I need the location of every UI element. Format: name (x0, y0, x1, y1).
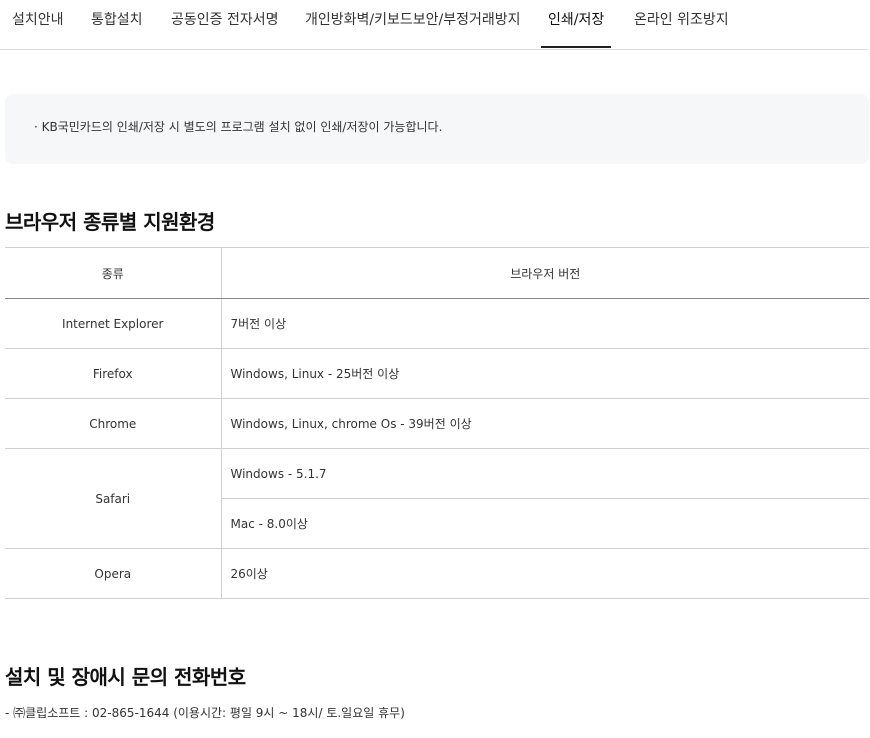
browser-version-cell: Windows, Linux - 25버전 이상 (221, 348, 869, 399)
browser-name-cell: Opera (5, 548, 222, 599)
browser-support-title: 브라우저 종류별 지원환경 (5, 210, 215, 234)
browser-version-cell: 7버전 이상 (221, 298, 869, 349)
table-row: Safari Windows - 5.1.7 (5, 448, 869, 549)
tab-security-programs[interactable]: 개인방화벽/키보드보안/부정거래방지 (305, 0, 521, 50)
browser-name-cell: Firefox (5, 348, 222, 399)
table-row: Chrome Windows, Linux, chrome Os - 39버전 … (5, 398, 869, 449)
header-browser-version: 브라우저 버전 (221, 247, 869, 299)
tab-print-save[interactable]: 인쇄/저장 (540, 0, 612, 50)
table-row: Opera 26이상 (5, 548, 869, 599)
contact-title: 설치 및 장애시 문의 전화번호 (5, 665, 246, 689)
notice-text: · KB국민카드의 인쇄/저장 시 별도의 프로그램 설치 없이 인쇄/저장이 … (34, 120, 443, 134)
browser-version-cell: Windows - 5.1.7 (221, 448, 869, 499)
table-header-row: 종류 브라우저 버전 (5, 247, 869, 299)
header-type: 종류 (5, 247, 222, 299)
tab-integrated-install[interactable]: 통합설치 (91, 0, 143, 50)
tab-certificate-signature[interactable]: 공동인증 전자서명 (171, 0, 279, 50)
browser-name-cell: Chrome (5, 398, 222, 449)
tab-install-guide[interactable]: 설치안내 (12, 0, 64, 50)
contact-phone-line: - ㈜클립소프트 : 02-865-1644 (이용시간: 평일 9시 ~ 18… (5, 706, 405, 720)
tab-anti-forgery[interactable]: 온라인 위조방지 (634, 0, 729, 50)
browser-name-cell: Internet Explorer (5, 298, 222, 349)
table-row: Internet Explorer 7버전 이상 (5, 298, 869, 349)
browser-name-cell: Safari (5, 448, 222, 549)
browser-version-cell: 26이상 (221, 548, 869, 599)
browser-version-cell: Windows, Linux, chrome Os - 39버전 이상 (221, 398, 869, 449)
table-row: Firefox Windows, Linux - 25버전 이상 (5, 348, 869, 399)
browser-version-cell: Mac - 8.0이상 (221, 498, 869, 549)
browser-support-table: 종류 브라우저 버전 Internet Explorer 7버전 이상 Fire… (5, 247, 869, 599)
tab-bar: 설치안내 통합설치 공동인증 전자서명 개인방화벽/키보드보안/부정거래방지 인… (0, 0, 868, 50)
notice-box: · KB국민카드의 인쇄/저장 시 별도의 프로그램 설치 없이 인쇄/저장이 … (5, 94, 869, 164)
